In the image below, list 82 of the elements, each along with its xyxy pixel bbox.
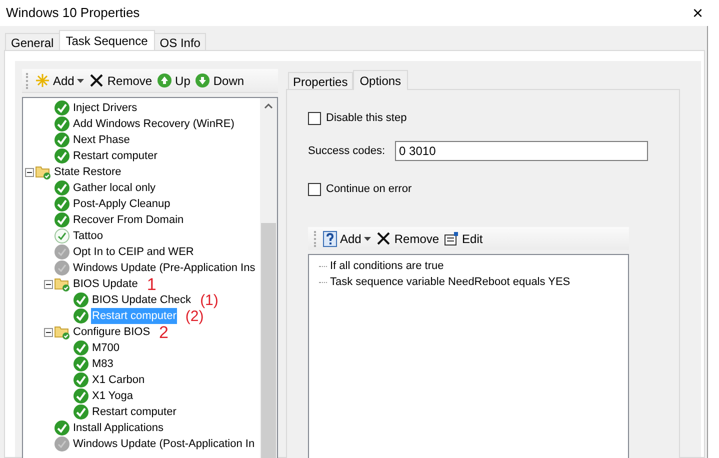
tree-item[interactable]: Add Windows Recovery (WinRE): [72, 116, 236, 132]
add-button[interactable]: Add: [35, 72, 84, 90]
tree-item[interactable]: M83: [91, 356, 114, 372]
up-button[interactable]: Up: [157, 72, 190, 90]
tree-item[interactable]: Windows Update (Pre-Application Ins: [72, 260, 256, 276]
disabled-check-icon: [54, 436, 70, 452]
expand-toggle[interactable]: [44, 280, 53, 288]
x-icon: [376, 231, 392, 246]
check-icon: [54, 148, 70, 164]
tree-item[interactable]: Tattoo: [72, 228, 104, 244]
scrollbar[interactable]: [260, 98, 277, 458]
check-icon: [54, 116, 70, 132]
tree-item[interactable]: Inject Drivers: [72, 100, 138, 116]
checkbox[interactable]: [308, 112, 321, 125]
sparkle-icon: [35, 73, 50, 88]
annotation-label: 2: [159, 324, 169, 340]
check-icon: [73, 308, 89, 324]
tree-item[interactable]: Restart computer: [91, 404, 178, 420]
check-icon: [73, 388, 89, 404]
tree-item[interactable]: M700: [91, 340, 121, 356]
check-icon: [73, 404, 89, 420]
folder-icon: [54, 324, 70, 340]
tab[interactable]: General: [5, 33, 60, 50]
check-icon: [73, 356, 89, 372]
help-icon: [323, 230, 337, 246]
tree-item[interactable]: Install Applications: [72, 420, 164, 436]
x-icon: [89, 73, 104, 88]
checkbox-label: Disable this step: [326, 111, 407, 126]
tree-item[interactable]: Configure BIOS: [72, 324, 152, 340]
tree-item[interactable]: Windows Update (Post-Application In: [72, 436, 256, 452]
tree-item[interactable]: X1 Yoga: [91, 388, 134, 404]
check-icon: [54, 196, 70, 212]
remove-button[interactable]: Remove: [89, 72, 152, 90]
disabled-check-icon: [54, 260, 70, 276]
properties-icon: [444, 231, 460, 246]
tab[interactable]: Properties: [288, 72, 353, 89]
tree-item[interactable]: State Restore: [53, 164, 122, 180]
check-icon: [54, 132, 70, 148]
tree-item[interactable]: X1 Carbon: [91, 372, 146, 388]
tree-item[interactable]: Recover From Domain: [72, 212, 185, 228]
down-button[interactable]: Down: [195, 72, 244, 90]
check-icon: [54, 100, 70, 116]
close-button[interactable]: ×: [684, 4, 711, 22]
tab[interactable]: Options: [352, 70, 408, 90]
expand-toggle[interactable]: [25, 168, 34, 176]
folder-icon: [54, 276, 70, 292]
check-icon: [54, 228, 70, 244]
scroll-thumb[interactable]: [261, 223, 276, 458]
check-icon: [73, 292, 89, 308]
caret-icon: [77, 78, 84, 82]
tree-item[interactable]: Gather local only: [72, 180, 157, 196]
add-button[interactable]: Add: [323, 230, 372, 248]
remove-button[interactable]: Remove: [376, 230, 440, 248]
check-icon: [73, 340, 89, 356]
condition-item[interactable]: Task sequence variable NeedReboot equals YES: [330, 274, 570, 290]
tab[interactable]: Task Sequence: [58, 30, 155, 50]
tree-item[interactable]: Restart computer: [72, 148, 158, 164]
condition-item[interactable]: If all conditions are true: [330, 258, 444, 274]
tree-item[interactable]: BIOS Update: [72, 276, 139, 292]
check-icon: [54, 420, 70, 436]
check-icon: [73, 372, 89, 388]
scroll-up-icon[interactable]: [264, 103, 273, 109]
checkbox[interactable]: [308, 182, 321, 196]
caret-icon: [364, 236, 372, 240]
tree-item[interactable]: Post-Apply Cleanup: [72, 196, 172, 212]
check-icon: [54, 212, 70, 228]
annotation-label: 1: [146, 276, 156, 292]
checkbox-label: Continue on error: [326, 182, 412, 197]
window-title: Windows 10 Properties: [6, 4, 140, 22]
tree-item[interactable]: Opt In to CEIP and WER: [72, 244, 195, 260]
tree-item[interactable]: Next Phase: [72, 132, 131, 148]
tab[interactable]: OS Info: [154, 33, 206, 50]
disabled-check-icon: [54, 244, 70, 260]
tree-item[interactable]: BIOS Update Check: [91, 292, 192, 308]
field-label: Success codes:: [308, 144, 386, 159]
edit-button[interactable]: Edit: [444, 230, 483, 248]
annotation-label: (2): [185, 308, 204, 324]
check-icon: [54, 180, 70, 196]
expand-toggle[interactable]: [44, 328, 53, 336]
folder-icon: [35, 164, 51, 180]
annotation-label: (1): [200, 292, 218, 308]
success-codes-field[interactable]: 0 3010: [395, 141, 648, 161]
